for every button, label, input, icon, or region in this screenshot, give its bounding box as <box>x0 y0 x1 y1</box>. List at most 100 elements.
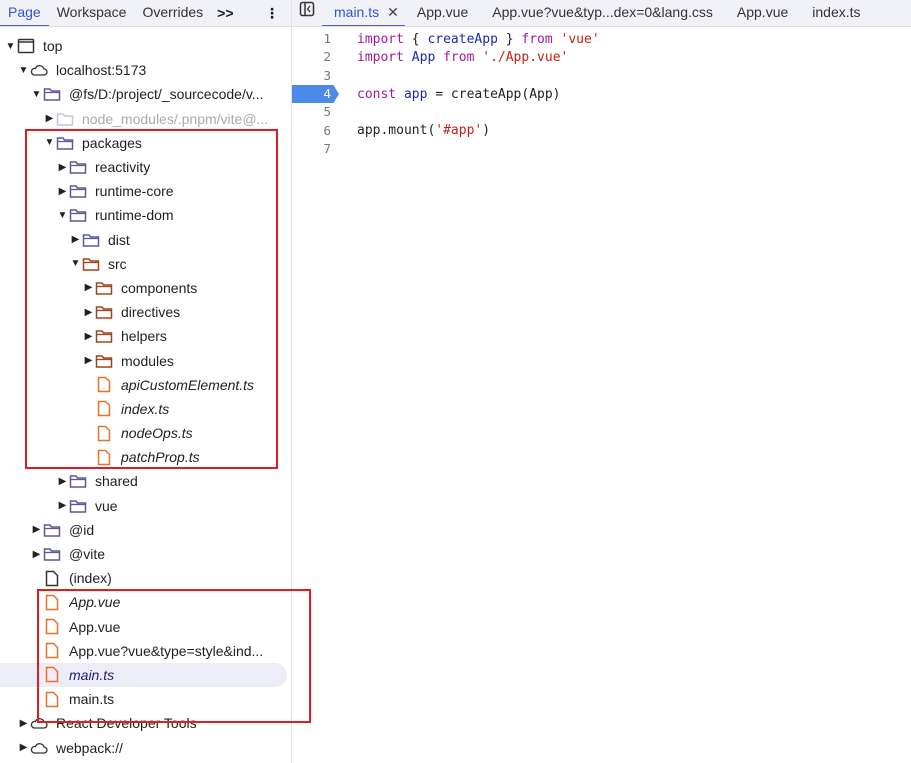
close-tab-icon[interactable]: ✕ <box>387 4 399 20</box>
editor-tab[interactable]: App.vue <box>405 0 480 26</box>
expanded-arrow-icon[interactable]: ▼ <box>69 258 82 269</box>
tree-item[interactable]: ▶ runtime-core <box>0 179 291 203</box>
folder-icon <box>69 498 87 514</box>
line-number[interactable]: 7 <box>292 140 339 158</box>
collapsed-arrow-icon[interactable]: ▶ <box>82 331 95 342</box>
more-tabs-button[interactable]: >> <box>211 5 239 21</box>
collapsed-arrow-icon[interactable]: ▶ <box>17 718 30 729</box>
expanded-arrow-icon[interactable]: ▼ <box>4 41 17 52</box>
tab-page[interactable]: Page <box>0 0 49 26</box>
tree-item-label: reactivity <box>95 159 151 176</box>
collapsed-arrow-icon[interactable]: ▶ <box>43 113 56 124</box>
tree-item[interactable]: ▶ dist <box>0 228 291 252</box>
tree-item[interactable]: ▼ localhost:5173 <box>0 58 291 82</box>
tree-item[interactable]: ▶ helpers <box>0 324 291 348</box>
tree-item-label: node_modules/.pnpm/vite@... <box>82 110 269 127</box>
tree-item-label: App.vue?vue&type=style&ind... <box>69 642 264 659</box>
editor-panel: main.ts ✕ App.vue App.vue?vue&typ...dex=0&l… <box>292 0 911 763</box>
tree-item[interactable]: index.ts <box>0 397 291 421</box>
tree-item[interactable]: App.vue <box>0 615 291 639</box>
editor-tab[interactable]: main.ts ✕ <box>322 0 405 26</box>
collapsed-arrow-icon[interactable]: ▶ <box>30 524 43 535</box>
line-number[interactable]: 5 <box>292 103 339 121</box>
collapsed-arrow-icon[interactable]: ▶ <box>17 742 30 753</box>
editor-tab[interactable]: index.ts <box>800 0 872 26</box>
code-token: import <box>357 49 404 65</box>
cloud-icon <box>30 715 48 731</box>
more-options-button[interactable]: ⋮ <box>265 5 279 22</box>
collapsed-arrow-icon[interactable]: ▶ <box>82 307 95 318</box>
file-orange-icon <box>43 594 61 611</box>
expanded-arrow-icon[interactable]: ▼ <box>17 65 30 76</box>
line-number[interactable]: 1 <box>292 30 339 48</box>
navigator-panel: Page Workspace Overrides >> ⋮ ▼ top ▼ localhos… <box>0 0 311 763</box>
collapsed-arrow-icon[interactable]: ▶ <box>56 476 69 487</box>
tree-item[interactable]: ▶ modules <box>0 348 291 372</box>
tree-item[interactable]: App.vue?vue&type=style&ind... <box>0 639 291 663</box>
file-orange-icon <box>95 401 113 417</box>
tree-item[interactable]: ▼ packages <box>0 131 291 155</box>
tree-item-label: top <box>43 38 63 55</box>
tree-item[interactable]: ▶ shared <box>0 469 291 493</box>
tree-item[interactable]: ▼ runtime-dom <box>0 203 291 227</box>
collapsed-arrow-icon[interactable]: ▶ <box>69 234 82 245</box>
tree-item[interactable]: ▶ reactivity <box>0 155 291 179</box>
tree-item[interactable]: ▼ top <box>0 34 291 58</box>
tree-item[interactable]: ▶ vue <box>0 494 291 518</box>
tree-item-label: runtime-dom <box>95 207 174 224</box>
collapsed-arrow-icon[interactable]: ▶ <box>56 186 69 197</box>
editor-tab[interactable]: App.vue <box>725 0 800 26</box>
tree-item-label: @vite <box>69 546 105 563</box>
expanded-arrow-icon[interactable]: ▼ <box>43 137 56 148</box>
collapsed-arrow-icon[interactable]: ▶ <box>82 282 95 293</box>
tree-item[interactable]: App.vue <box>0 590 291 614</box>
expanded-arrow-icon[interactable]: ▼ <box>30 89 43 100</box>
breakpoint-line-number[interactable]: 4 <box>292 85 339 104</box>
line-number[interactable]: 6 <box>292 122 339 140</box>
collapsed-arrow-icon[interactable]: ▶ <box>56 162 69 173</box>
line-number[interactable]: 2 <box>292 48 339 66</box>
code-editor[interactable]: 1 import { createApp } from 'vue' 2 import … <box>292 30 911 158</box>
collapsed-arrow-icon[interactable]: ▶ <box>82 355 95 366</box>
tree-item[interactable]: (index) <box>0 566 291 590</box>
tree-item[interactable]: ▶ node_modules/.pnpm/vite@... <box>0 107 291 131</box>
tree-item[interactable]: ▶ webpack:// <box>0 735 291 759</box>
folder-src-icon <box>95 353 113 369</box>
folder-src-icon <box>95 328 113 344</box>
tree-item[interactable]: main.ts <box>0 687 291 711</box>
tree-item-label: directives <box>121 304 181 321</box>
line-number[interactable]: 3 <box>292 67 339 85</box>
tree-item[interactable]: ▼ @fs/D:/project/_sourcecode/v... <box>0 82 291 106</box>
tree-item[interactable]: nodeOps.ts <box>0 421 291 445</box>
tree-item[interactable]: main.ts <box>0 662 287 688</box>
tree-item[interactable]: ▶ @vite <box>0 542 291 566</box>
tree-item[interactable]: patchProp.ts <box>0 445 291 469</box>
code-text: import { createApp } from 'vue' <box>339 32 600 47</box>
file-tree: ▼ top ▼ localhost:5173 ▼ @fs/D:/project/_sour… <box>0 34 291 760</box>
tree-item[interactable]: ▶ components <box>0 276 291 300</box>
toggle-navigator-icon[interactable] <box>292 0 322 26</box>
tree-item-label: modules <box>121 352 174 369</box>
tree-item[interactable]: ▶ @id <box>0 518 291 542</box>
collapsed-arrow-icon[interactable]: ▶ <box>30 549 43 560</box>
tree-item-label: helpers <box>121 328 167 345</box>
expanded-arrow-icon[interactable]: ▼ <box>56 210 69 221</box>
tree-item[interactable]: ▶ directives <box>0 300 291 324</box>
tree-item[interactable]: ▼ src <box>0 252 291 276</box>
tree-item[interactable]: apiCustomElement.ts <box>0 373 291 397</box>
editor-tab[interactable]: App.vue?vue&typ...dex=0&lang.css <box>480 0 725 26</box>
code-line: 1 import { createApp } from 'vue' <box>292 30 911 48</box>
tab-workspace[interactable]: Workspace <box>49 0 135 26</box>
editor-tabs: main.ts ✕ App.vue App.vue?vue&typ...dex=0&l… <box>292 0 911 27</box>
code-token: from <box>443 49 475 65</box>
tree-item-label: @id <box>69 521 95 538</box>
collapsed-arrow-icon[interactable]: ▶ <box>56 500 69 511</box>
tree-item-label: (index) <box>69 570 112 587</box>
tab-overrides[interactable]: Overrides <box>134 0 211 26</box>
file-orange-icon <box>95 425 113 441</box>
tree-item-label: apiCustomElement.ts <box>121 376 255 393</box>
tree-item-label: React Developer Tools <box>56 715 197 732</box>
tree-item[interactable]: ▶ React Developer Tools <box>0 711 291 735</box>
folder-src-icon <box>95 304 113 320</box>
